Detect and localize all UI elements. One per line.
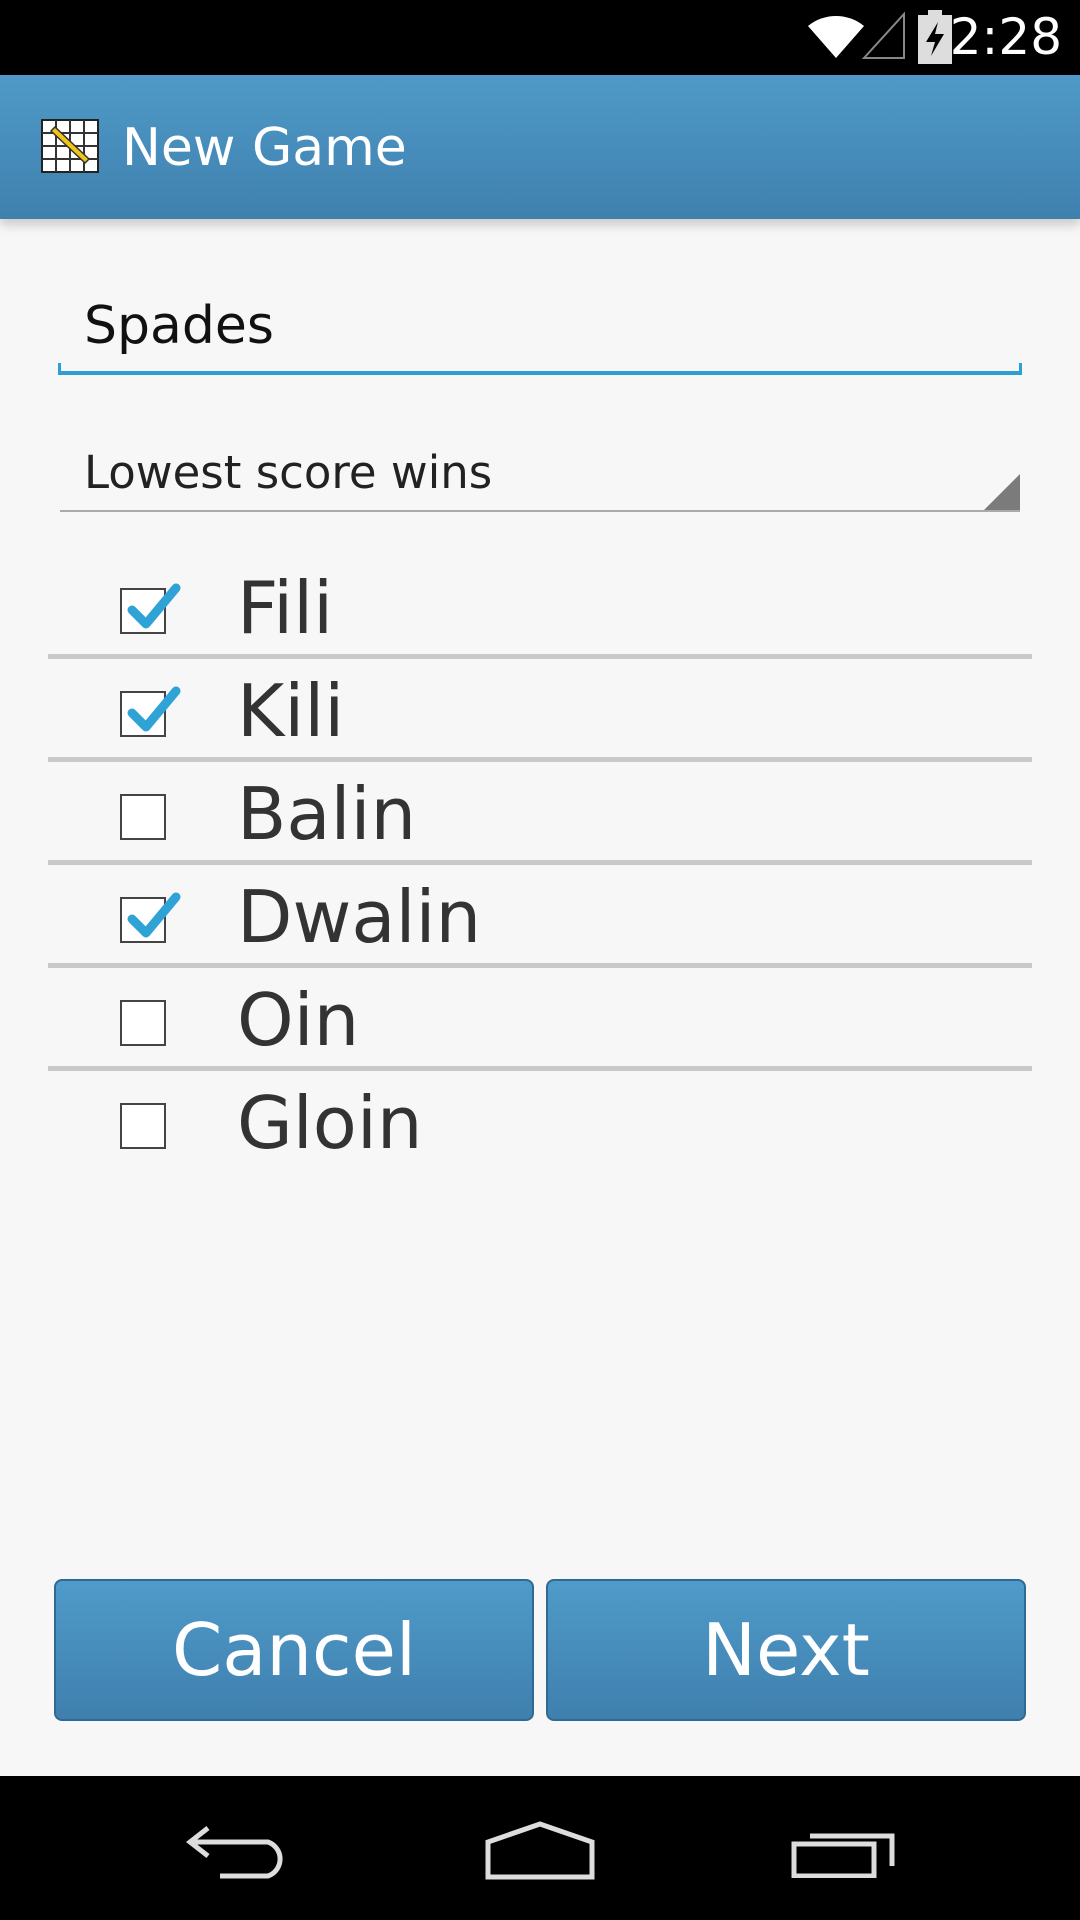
player-checkbox[interactable]	[120, 1103, 166, 1149]
scoring-mode-value: Lowest score wins	[84, 446, 493, 499]
player-name: Dwalin	[237, 875, 482, 959]
checkmark-icon	[127, 583, 181, 629]
signal-icon	[862, 12, 905, 59]
player-name: Balin	[237, 772, 417, 856]
game-name-field[interactable]	[58, 280, 1022, 375]
player-name: Fili	[237, 566, 334, 650]
player-name: Kili	[237, 669, 345, 753]
spinner-arrow-icon	[984, 474, 1020, 510]
scoring-mode-spinner[interactable]: Lowest score wins	[60, 432, 1020, 512]
player-checkbox[interactable]	[120, 892, 181, 943]
recent-apps-icon[interactable]	[790, 1822, 896, 1878]
player-row[interactable]: Dwalin	[48, 865, 1032, 968]
player-name: Gloin	[237, 1081, 423, 1165]
app-scoresheet-icon	[41, 119, 99, 173]
status-bar: 2:28	[0, 0, 1080, 75]
player-row[interactable]: Fili	[48, 556, 1032, 659]
player-checkbox[interactable]	[120, 686, 181, 737]
status-time: 2:28	[949, 8, 1062, 66]
player-row[interactable]: Oin	[48, 968, 1032, 1071]
home-icon[interactable]	[484, 1820, 596, 1880]
navigation-bar	[0, 1776, 1080, 1920]
battery-charging-icon	[918, 10, 952, 64]
action-bar: New Game	[0, 75, 1080, 219]
player-checkbox[interactable]	[120, 794, 166, 840]
page-title: New Game	[122, 118, 407, 178]
wifi-icon	[808, 15, 864, 58]
input-underline	[58, 363, 1022, 375]
player-list: Fili Kili Balin Dwalin Oin Gloin	[48, 556, 1032, 1174]
next-button[interactable]: Next	[546, 1579, 1026, 1721]
checkmark-icon	[127, 686, 181, 732]
player-name: Oin	[237, 978, 360, 1062]
back-icon[interactable]	[186, 1822, 292, 1880]
player-row[interactable]: Balin	[48, 762, 1032, 865]
checkmark-icon	[127, 892, 181, 938]
player-checkbox[interactable]	[120, 583, 181, 634]
player-checkbox[interactable]	[120, 1000, 166, 1046]
game-name-input[interactable]	[58, 280, 1022, 372]
cancel-button[interactable]: Cancel	[54, 1579, 534, 1721]
player-row[interactable]: Kili	[48, 659, 1032, 762]
player-row[interactable]: Gloin	[48, 1071, 1032, 1174]
